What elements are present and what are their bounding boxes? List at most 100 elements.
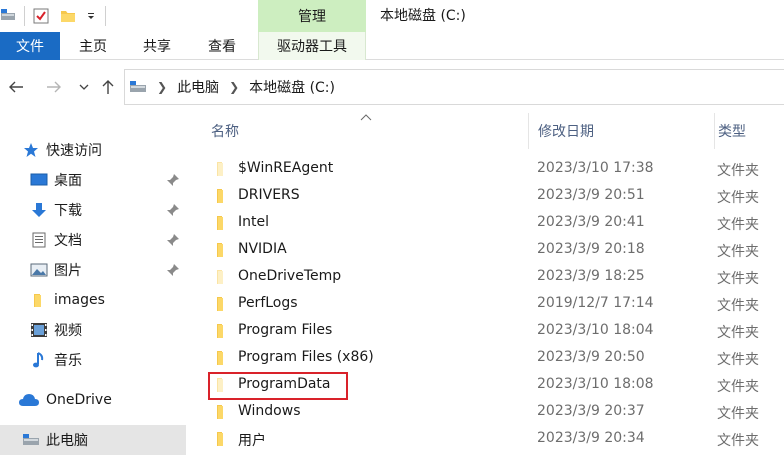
folder-icon — [217, 297, 223, 311]
sidebar-item-quick-access[interactable]: 快速访问 — [0, 135, 186, 165]
recent-locations-chevron-icon[interactable] — [74, 77, 94, 97]
file-type: 文件夹 — [717, 271, 759, 287]
file-name: Windows — [238, 403, 301, 419]
folder-icon — [217, 216, 223, 230]
sidebar-item-desktop[interactable]: 桌面 — [0, 165, 186, 195]
file-row[interactable]: Windows 2023/3/9 20:37 文件夹 — [186, 399, 784, 426]
cloud-icon — [18, 391, 40, 409]
file-type: 文件夹 — [717, 163, 759, 179]
forward-arrow-icon[interactable] — [44, 77, 64, 97]
file-modified-date: 2023/3/9 20:50 — [537, 349, 645, 365]
tab-view[interactable]: 查看 — [192, 32, 252, 60]
file-type: 文件夹 — [717, 379, 759, 395]
sidebar-item-downloads[interactable]: 下载 — [0, 195, 186, 225]
file-type: 文件夹 — [717, 325, 759, 341]
download-icon — [30, 201, 48, 219]
pin-icon[interactable] — [166, 263, 180, 277]
file-row[interactable]: Program Files 2023/3/10 18:04 文件夹 — [186, 318, 784, 345]
file-name: PerfLogs — [238, 295, 298, 311]
file-row[interactable]: DRIVERS 2023/3/9 20:51 文件夹 — [186, 183, 784, 210]
drive-icon[interactable] — [0, 0, 18, 32]
breadcrumb-local-disk[interactable]: 本地磁盘 (C:) — [249, 77, 335, 97]
back-arrow-icon[interactable] — [6, 77, 26, 97]
file-row[interactable]: $WinREAgent 2023/3/10 17:38 文件夹 — [186, 156, 784, 183]
folder-icon — [217, 270, 223, 284]
tab-drive-tools[interactable]: 驱动器工具 — [258, 32, 366, 60]
navigation-bar: ❯ 此电脑 ❯ 本地磁盘 (C:) — [0, 61, 784, 113]
file-row[interactable]: 用户 2023/3/9 20:34 文件夹 — [186, 426, 784, 453]
computer-icon — [22, 431, 40, 449]
toolbar-divider — [24, 6, 25, 26]
sidebar-item-onedrive[interactable]: OneDrive — [0, 385, 186, 415]
document-icon — [30, 231, 48, 249]
file-row[interactable]: NVIDIA 2023/3/9 20:18 文件夹 — [186, 237, 784, 264]
breadcrumb-this-pc[interactable]: 此电脑 — [177, 77, 219, 97]
video-icon — [30, 321, 48, 339]
sidebar-item-pictures[interactable]: 图片 — [0, 255, 186, 285]
sidebar-item-music[interactable]: 音乐 — [0, 345, 186, 375]
new-folder-icon[interactable] — [57, 0, 79, 32]
folder-icon — [30, 291, 48, 309]
address-bar[interactable]: ❯ 此电脑 ❯ 本地磁盘 (C:) — [124, 69, 784, 105]
file-modified-date: 2023/3/9 20:34 — [537, 430, 645, 446]
breadcrumb-separator-icon: ❯ — [157, 80, 168, 94]
file-type: 文件夹 — [717, 298, 759, 314]
folder-icon — [217, 432, 223, 446]
title-bar: 管理 本地磁盘 (C:) — [0, 0, 784, 32]
file-name: Program Files (x86) — [238, 349, 374, 365]
file-modified-date: 2019/12/7 17:14 — [537, 295, 654, 311]
file-modified-date: 2023/3/10 18:04 — [537, 322, 654, 338]
file-name: Intel — [238, 214, 269, 230]
file-row[interactable]: Program Files (x86) 2023/3/9 20:50 文件夹 — [186, 345, 784, 372]
properties-icon[interactable] — [31, 0, 51, 32]
sidebar-item-this-pc[interactable]: 此电脑 — [0, 425, 186, 455]
computer-icon — [129, 80, 147, 94]
file-type: 文件夹 — [717, 217, 759, 233]
folder-icon — [217, 351, 223, 365]
file-type: 文件夹 — [717, 406, 759, 422]
file-type: 文件夹 — [717, 433, 759, 449]
file-modified-date: 2023/3/10 17:38 — [537, 160, 654, 176]
manage-context-tab: 管理 — [258, 0, 366, 32]
pin-icon[interactable] — [166, 173, 180, 187]
file-name: $WinREAgent — [238, 160, 334, 176]
file-modified-date: 2023/3/9 18:25 — [537, 268, 645, 284]
folder-icon — [217, 378, 223, 392]
sidebar-item-documents[interactable]: 文档 — [0, 225, 186, 255]
sidebar-item-videos[interactable]: 视频 — [0, 315, 186, 345]
pin-icon[interactable] — [166, 233, 180, 247]
folder-icon — [217, 243, 223, 257]
file-row[interactable]: ProgramData 2023/3/10 18:08 文件夹 — [186, 372, 784, 400]
folder-icon — [217, 189, 223, 203]
file-name: NVIDIA — [238, 241, 287, 257]
file-modified-date: 2023/3/9 20:18 — [537, 241, 645, 257]
file-list: 名称 修改日期 类型 $WinREAgent 2023/3/10 17:38 文件夹… — [186, 113, 784, 459]
window-title: 本地磁盘 (C:) — [380, 8, 466, 24]
folder-icon — [217, 405, 223, 419]
pin-icon[interactable] — [166, 203, 180, 217]
file-modified-date: 2023/3/10 18:08 — [537, 376, 654, 392]
column-header-date[interactable]: 修改日期 — [528, 113, 714, 149]
file-name: 用户 — [238, 433, 266, 449]
sidebar-item-images[interactable]: images — [0, 285, 186, 315]
column-header-type[interactable]: 类型 — [714, 113, 784, 149]
tab-home[interactable]: 主页 — [64, 32, 122, 60]
file-name: DRIVERS — [238, 187, 300, 203]
file-type: 文件夹 — [717, 190, 759, 206]
file-row[interactable]: PerfLogs 2019/12/7 17:14 文件夹 — [186, 291, 784, 318]
file-name: Program Files — [238, 322, 333, 338]
folder-icon — [217, 324, 223, 338]
picture-icon — [30, 261, 48, 279]
customize-toolbar-icon[interactable] — [83, 0, 99, 32]
file-modified-date: 2023/3/9 20:37 — [537, 403, 645, 419]
ribbon-tabs: 文件 主页 共享 查看 驱动器工具 — [0, 32, 784, 60]
file-row[interactable]: Intel 2023/3/9 20:41 文件夹 — [186, 210, 784, 237]
file-type: 文件夹 — [717, 244, 759, 260]
navigation-pane: 快速访问 桌面 下载 文档 图片 images 视频 音乐 OneDrive 此… — [0, 113, 186, 459]
up-arrow-icon[interactable] — [98, 77, 118, 97]
breadcrumb-separator-icon: ❯ — [229, 80, 240, 94]
tab-share[interactable]: 共享 — [126, 32, 188, 60]
tab-file[interactable]: 文件 — [0, 32, 60, 60]
file-row[interactable]: OneDriveTemp 2023/3/9 18:25 文件夹 — [186, 264, 784, 291]
column-header-name[interactable]: 名称 — [186, 113, 528, 149]
